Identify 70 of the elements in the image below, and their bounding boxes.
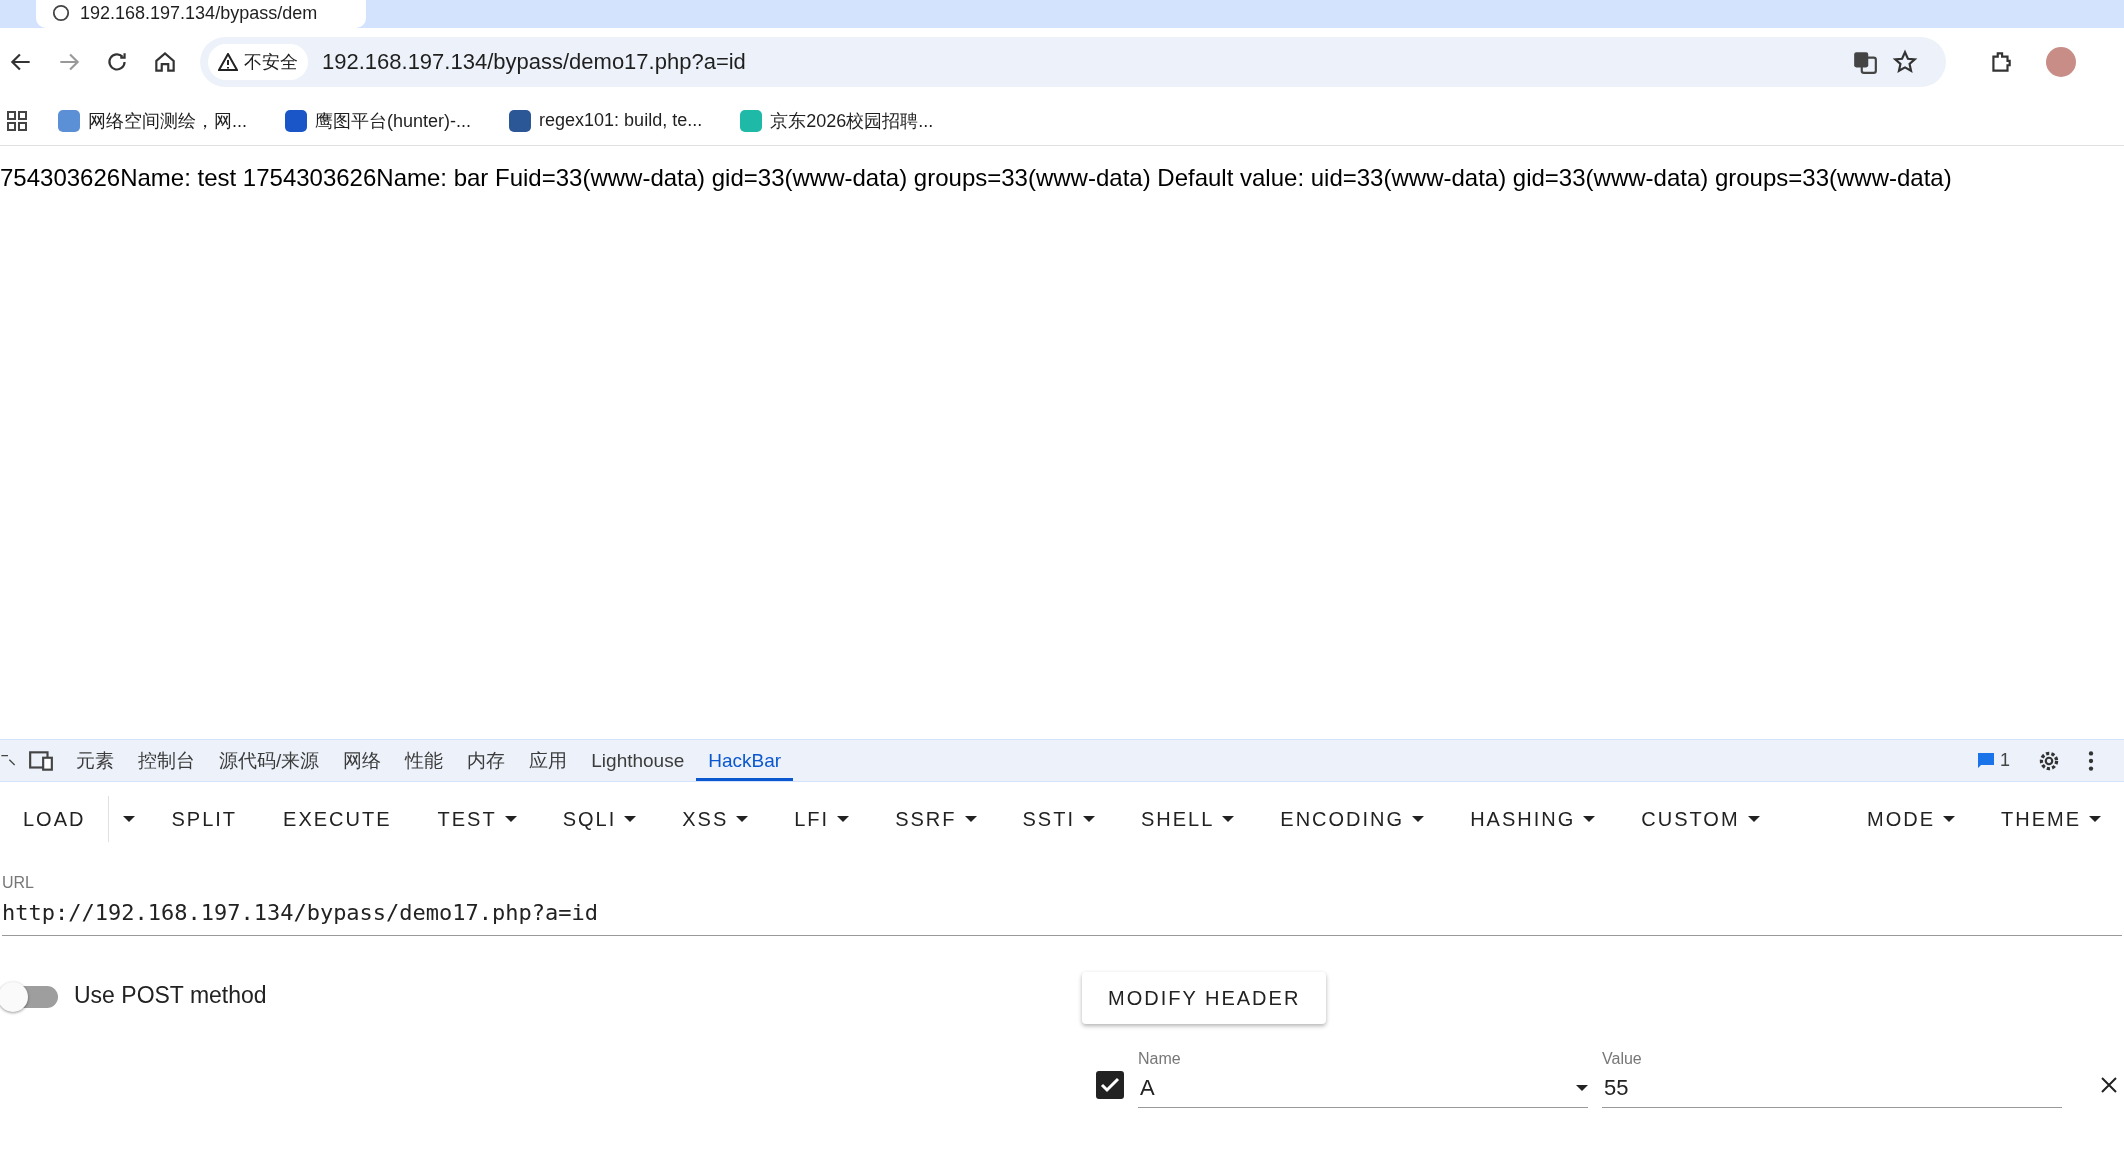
security-label: 不安全 xyxy=(244,51,298,74)
address-bar[interactable]: 不安全 192.168.197.134/bypass/demo17.php?a=id xyxy=(200,37,1946,87)
name-label: Name xyxy=(1138,1050,1182,1068)
tab-title: 192.168.197.134/bypass/dem xyxy=(80,4,318,22)
devtools-tab[interactable]: 应用 xyxy=(517,740,580,781)
devtools-tab[interactable]: 源代码/来源 xyxy=(207,740,332,781)
caret-icon xyxy=(1082,815,1095,823)
avatar[interactable] xyxy=(2046,47,2076,77)
warning-icon xyxy=(218,53,238,71)
header-checkbox[interactable] xyxy=(1096,1071,1124,1099)
caret-icon xyxy=(1583,815,1596,823)
menu-button[interactable]: EXECUTE xyxy=(260,799,415,839)
devtools-tab[interactable]: 性能 xyxy=(393,740,456,781)
menu-button[interactable]: SSRF xyxy=(872,799,1000,839)
menu-button[interactable]: SPLIT xyxy=(148,799,261,839)
url-label: URL xyxy=(2,874,35,892)
caret-icon xyxy=(1412,815,1425,823)
caret-icon xyxy=(624,815,637,823)
menu-button[interactable]: HASHING xyxy=(1447,799,1619,839)
caret-icon xyxy=(964,815,977,823)
menu-button[interactable]: LOAD xyxy=(0,799,109,839)
bookmark-link[interactable]: 鹰图平台(hunter)-... xyxy=(285,108,472,133)
devtools-tab[interactable]: Lighthouse xyxy=(579,740,697,781)
message-icon xyxy=(1976,750,1996,771)
page-output-text: 754303626Name: test 1754303626Name: bar Fuid=33(www-data) gid=33(www-data) groups=33(www-data) Default value: uid=33(www-data) gid=33(www-data) groups=33(www-data) xyxy=(0,163,1953,192)
issues-count: 1 xyxy=(2000,750,2010,771)
close-icon[interactable] xyxy=(2100,1076,2118,1094)
caret-icon xyxy=(1576,1083,1588,1092)
caret-icon xyxy=(1943,815,1955,823)
browser-tab[interactable]: 192.168.197.134/bypass/dem xyxy=(36,0,366,28)
name-select[interactable]: A xyxy=(1138,1074,1576,1101)
devtools-tab[interactable]: 元素 xyxy=(64,740,126,781)
bookmark-link[interactable]: 网络空间测绘，网... xyxy=(58,108,247,133)
caret-icon xyxy=(2089,815,2101,823)
menu-button[interactable]: TEST xyxy=(414,799,540,839)
home-icon[interactable] xyxy=(152,49,178,75)
devtools-tab[interactable]: 网络 xyxy=(331,740,394,781)
check-icon xyxy=(1100,1077,1120,1093)
devtools-tab[interactable]: 内存 xyxy=(455,740,518,781)
menu-button[interactable]: THEME xyxy=(1978,799,2124,839)
caret-icon xyxy=(1222,815,1235,823)
modify-header-button[interactable]: MODIFY HEADER xyxy=(1082,972,1327,1024)
menu-button[interactable]: SQLI xyxy=(539,799,660,839)
menu-button[interactable]: CUSTOM xyxy=(1618,799,1783,839)
menu-button[interactable]: LFI xyxy=(771,799,873,839)
bookmark-link[interactable]: 京东2026校园招聘... xyxy=(740,108,934,133)
apps-icon[interactable] xyxy=(6,109,28,132)
menu-button[interactable]: MODE xyxy=(1844,799,1978,839)
caret-icon xyxy=(1747,815,1760,823)
issues-counter[interactable]: 1 xyxy=(1976,740,2026,781)
menu-button[interactable]: SSTI xyxy=(999,799,1118,839)
security-chip[interactable]: 不安全 xyxy=(208,44,308,80)
bookmark-link[interactable]: regex101: build, te... xyxy=(509,109,703,132)
menu-button[interactable]: SHELL xyxy=(1117,799,1258,839)
address-text: 192.168.197.134/bypass/demo17.php?a=id xyxy=(322,49,747,75)
value-label: Value xyxy=(1602,1050,1643,1068)
post-label: Use POST method xyxy=(74,982,267,1009)
url-field[interactable]: http://192.168.197.134/bypass/demo17.php?a=id xyxy=(2,892,2122,936)
star-icon[interactable] xyxy=(1892,49,1918,75)
caret-icon xyxy=(837,815,850,823)
caret-icon xyxy=(122,815,135,823)
menu-button[interactable]: ENCODING xyxy=(1257,799,1448,839)
devtools-tab[interactable]: 控制台 xyxy=(126,740,207,781)
device-icon[interactable] xyxy=(28,748,54,774)
globe-icon xyxy=(52,4,70,22)
devtools-tab[interactable]: HackBar xyxy=(696,740,794,781)
caret-icon xyxy=(736,815,749,823)
menu-button[interactable]: XSS xyxy=(659,799,772,839)
caret-icon xyxy=(504,815,517,823)
value-field[interactable]: 55 xyxy=(1602,1074,2062,1101)
